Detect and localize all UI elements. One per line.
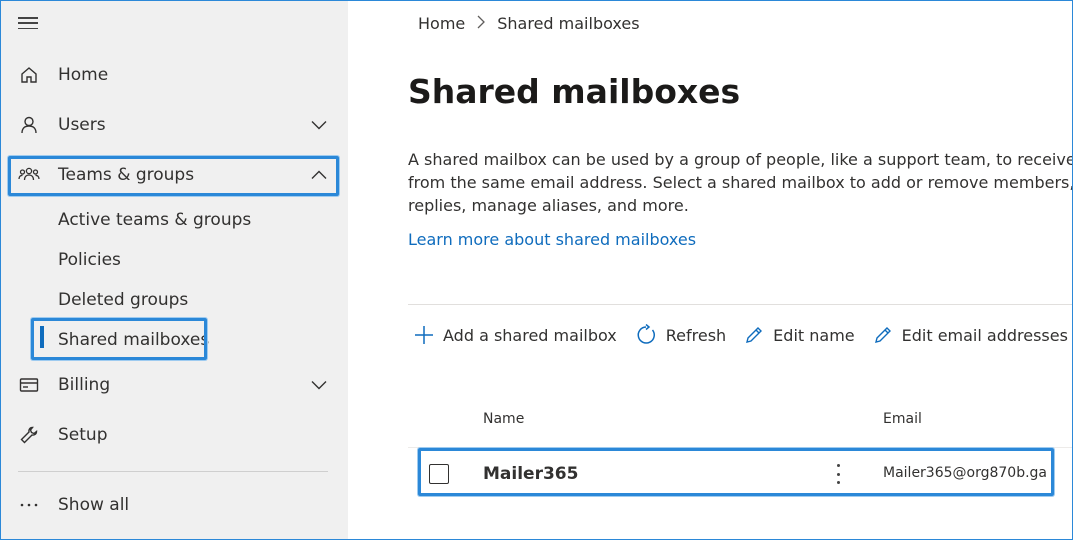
sidebar-subitem-shared-mailboxes[interactable]: Shared mailboxes bbox=[58, 326, 209, 354]
table-row[interactable]: Mailer365 Mailer365@org870b.ga bbox=[408, 447, 1073, 499]
command-bar: Add a shared mailbox Refresh Edit name E… bbox=[414, 320, 1073, 350]
description-line: from the same email address. Select a sh… bbox=[408, 173, 1073, 192]
chevron-down-icon[interactable] bbox=[309, 375, 329, 395]
user-icon bbox=[18, 114, 40, 136]
command-label: Edit name bbox=[773, 325, 855, 345]
breadcrumb: Home Shared mailboxes bbox=[418, 14, 640, 33]
billing-icon bbox=[18, 374, 40, 396]
home-icon bbox=[18, 64, 40, 86]
hamburger-menu-icon[interactable] bbox=[18, 15, 38, 31]
sidebar-item-home[interactable]: Home bbox=[10, 57, 335, 93]
column-header-email[interactable]: Email bbox=[883, 411, 922, 427]
sidebar-item-users[interactable]: Users bbox=[10, 107, 335, 143]
row-name[interactable]: Mailer365 bbox=[483, 464, 578, 484]
sidebar-item-teams-groups[interactable]: Teams & groups bbox=[10, 157, 335, 193]
column-header-name[interactable]: Name bbox=[483, 411, 524, 427]
learn-more-link[interactable]: Learn more about shared mailboxes bbox=[408, 230, 696, 249]
sidebar-item-label: Home bbox=[58, 65, 109, 85]
sidebar-divider bbox=[18, 471, 328, 472]
sidebar-subitem-active-teams[interactable]: Active teams & groups bbox=[58, 206, 251, 234]
sidebar-item-label: Teams & groups bbox=[58, 165, 195, 185]
command-label: Refresh bbox=[665, 325, 727, 345]
selected-indicator bbox=[40, 326, 44, 348]
breadcrumb-home[interactable]: Home bbox=[418, 14, 465, 33]
description-line: replies, manage aliases, and more. bbox=[408, 196, 689, 215]
sidebar-item-label: Billing bbox=[58, 375, 111, 395]
chevron-up-icon[interactable] bbox=[309, 165, 329, 185]
sidebar-item-label: Users bbox=[58, 115, 106, 135]
sidebar-subitem-deleted-groups[interactable]: Deleted groups bbox=[58, 286, 188, 314]
refresh-button[interactable]: Refresh bbox=[635, 324, 726, 346]
description-line: A shared mailbox can be used by a group … bbox=[408, 150, 1073, 169]
sidebar: Home Users Teams & groups Active teams &… bbox=[0, 0, 348, 540]
page-title: Shared mailboxes bbox=[408, 72, 741, 111]
command-label: Edit email addresses bbox=[901, 325, 1068, 345]
teams-icon bbox=[18, 164, 40, 186]
sidebar-item-show-all[interactable]: Show all bbox=[10, 487, 335, 523]
breadcrumb-current: Shared mailboxes bbox=[497, 14, 640, 33]
more-actions-icon[interactable] bbox=[828, 462, 848, 486]
sidebar-subitem-policies[interactable]: Policies bbox=[58, 246, 121, 274]
pencil-icon bbox=[746, 327, 763, 343]
wrench-icon bbox=[18, 424, 40, 446]
edit-name-button[interactable]: Edit name bbox=[744, 325, 855, 345]
plus-icon bbox=[415, 326, 433, 344]
command-bar-divider bbox=[408, 304, 1073, 305]
main-content: Home Shared mailboxes Shared mailboxes A… bbox=[348, 0, 1073, 540]
sidebar-item-label: Setup bbox=[58, 425, 108, 445]
command-label: Add a shared mailbox bbox=[443, 325, 617, 345]
chevron-down-icon[interactable] bbox=[309, 115, 329, 135]
pencil-icon bbox=[874, 327, 891, 343]
refresh-icon bbox=[637, 324, 655, 344]
edit-email-addresses-button[interactable]: Edit email addresses bbox=[873, 325, 1068, 345]
sidebar-item-label: Show all bbox=[58, 495, 130, 515]
sidebar-item-setup[interactable]: Setup bbox=[10, 417, 335, 453]
chevron-right-icon bbox=[477, 14, 486, 33]
row-email: Mailer365@org870b.ga bbox=[883, 465, 1048, 481]
sidebar-item-billing[interactable]: Billing bbox=[10, 367, 335, 403]
page-description: A shared mailbox can be used by a group … bbox=[408, 148, 1073, 217]
more-icon bbox=[18, 494, 40, 516]
row-checkbox[interactable] bbox=[429, 464, 449, 484]
add-shared-mailbox-button[interactable]: Add a shared mailbox bbox=[414, 325, 617, 345]
